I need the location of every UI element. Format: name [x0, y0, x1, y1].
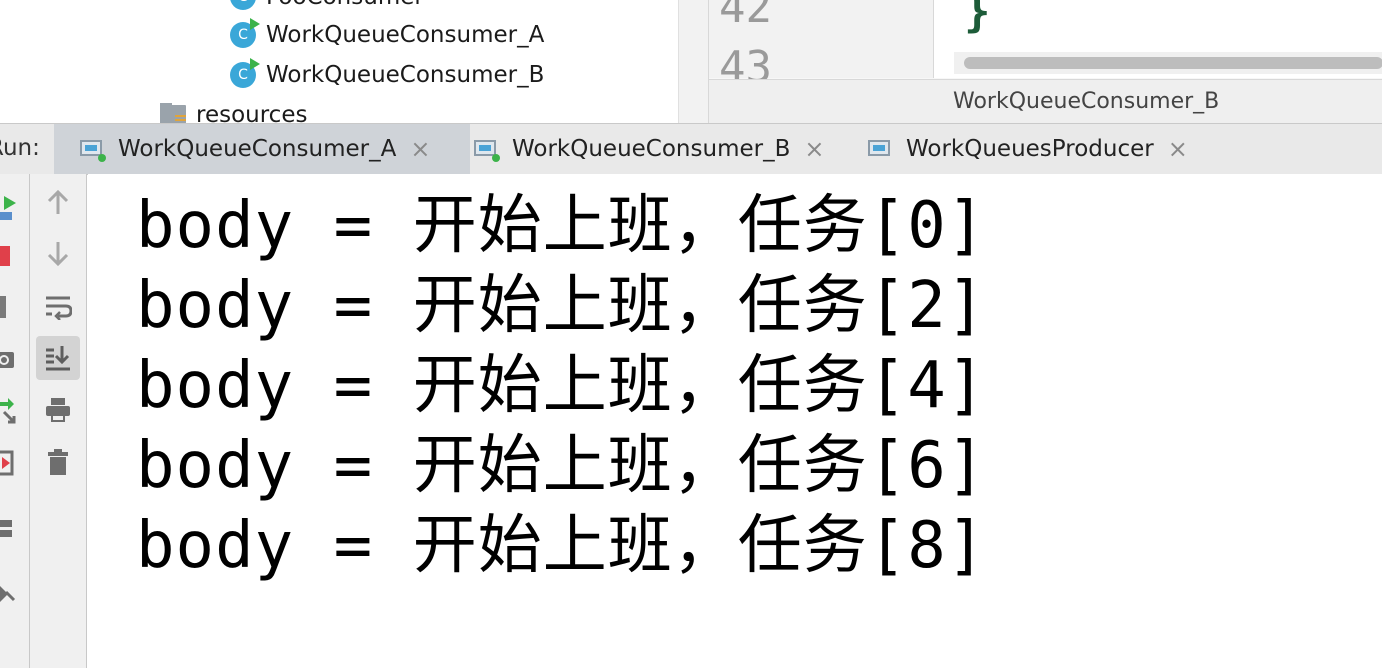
line-number: 42: [719, 0, 772, 33]
tree-item-workqueueconsumer-a[interactable]: C WorkQueueConsumer_A: [230, 18, 545, 50]
console-line: body = 开始上班，任务[4]: [136, 349, 987, 423]
editor-title: WorkQueueConsumer_B: [953, 89, 1220, 114]
run-console-icon: [868, 138, 894, 160]
console-toolbar: [30, 174, 87, 668]
tree-item-label: FooConsumer: [266, 0, 424, 10]
soft-wrap-icon[interactable]: [36, 284, 80, 328]
scrollbar-thumb[interactable]: [964, 57, 1382, 69]
tree-item-fooconsumer[interactable]: C FooConsumer: [230, 0, 424, 12]
camera-icon[interactable]: [0, 344, 29, 374]
panel-divider[interactable]: [678, 0, 709, 123]
layout-icon[interactable]: [0, 514, 29, 544]
run-label: Run:: [0, 135, 40, 161]
tab-workqueueconsumer-a[interactable]: WorkQueueConsumer_A ×: [54, 124, 470, 174]
java-class-icon: C: [230, 0, 256, 10]
print-icon[interactable]: [36, 388, 80, 432]
close-icon[interactable]: ×: [1168, 137, 1188, 161]
tree-item-resources[interactable]: resources: [160, 100, 307, 123]
line-number-gutter: 42 43: [709, 0, 934, 93]
tab-label: WorkQueueConsumer_B: [512, 136, 791, 162]
down-arrow-icon[interactable]: [36, 232, 80, 276]
editor-breadcrumb: WorkQueueConsumer_B: [709, 79, 1382, 123]
tab-label: WorkQueuesProducer: [906, 136, 1154, 162]
horizontal-scrollbar[interactable]: [954, 52, 1382, 74]
console-line: body = 开始上班，任务[6]: [136, 429, 987, 503]
close-icon[interactable]: ×: [804, 137, 824, 161]
run-toolbar: [0, 174, 30, 668]
scroll-to-end-icon[interactable]: [36, 336, 80, 380]
exit-icon[interactable]: [0, 448, 29, 478]
console-line: body = 开始上班，任务[0]: [136, 189, 987, 263]
run-tab-bar: Run: WorkQueueConsumer_A × WorkQueueCons…: [0, 123, 1382, 175]
tree-item-label: resources: [196, 102, 308, 123]
run-console-icon: [474, 138, 500, 162]
up-arrow-icon[interactable]: [36, 180, 80, 224]
tab-label: WorkQueueConsumer_A: [118, 136, 397, 162]
run-console-icon: [80, 138, 106, 162]
tree-item-label: WorkQueueConsumer_A: [266, 22, 545, 48]
code-text: }: [964, 0, 991, 37]
console-line: body = 开始上班，任务[8]: [136, 509, 987, 583]
code-editor[interactable]: 42 43 } WorkQueueConsumer_B: [708, 0, 1382, 123]
project-tree: C FooConsumer C WorkQueueConsumer_A C Wo…: [0, 0, 678, 123]
rerun-icon[interactable]: [0, 192, 29, 222]
java-class-icon: C: [230, 58, 260, 88]
tab-workqueueconsumer-b[interactable]: WorkQueueConsumer_B ×: [448, 124, 864, 174]
tree-item-label: WorkQueueConsumer_B: [266, 62, 545, 88]
stop-icon[interactable]: [0, 242, 29, 272]
tree-item-workqueueconsumer-b[interactable]: C WorkQueueConsumer_B: [230, 58, 545, 90]
java-class-icon: C: [230, 18, 260, 48]
pause-icon[interactable]: [0, 292, 29, 322]
resources-folder-icon: [160, 103, 188, 123]
trash-icon[interactable]: [36, 440, 80, 484]
console-line: body = 开始上班，任务[2]: [136, 269, 987, 343]
tab-workqueuesproducer[interactable]: WorkQueuesProducer ×: [842, 124, 1248, 174]
close-icon[interactable]: ×: [410, 137, 430, 161]
console-output[interactable]: body = 开始上班，任务[0] body = 开始上班，任务[2] body…: [88, 174, 1382, 668]
restore-layout-icon[interactable]: [0, 396, 29, 426]
pin-icon[interactable]: [0, 578, 29, 608]
